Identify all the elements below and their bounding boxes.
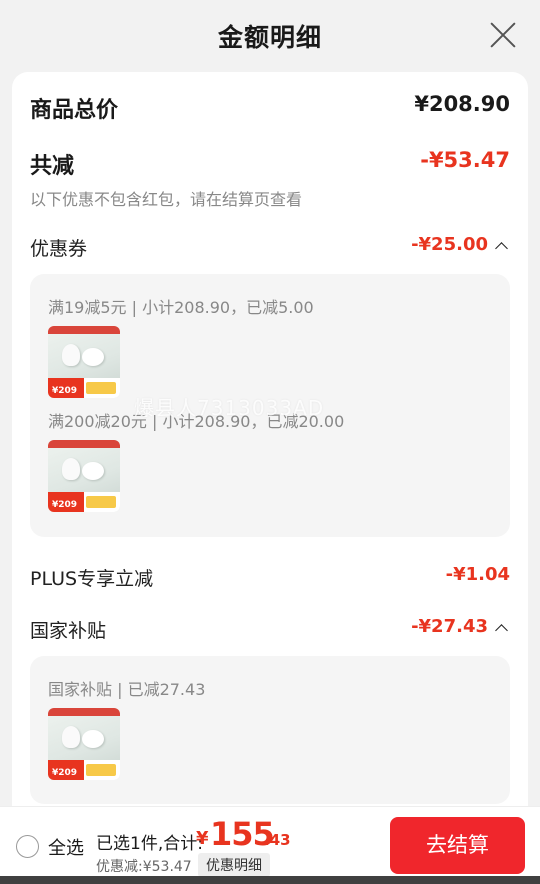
checkout-button[interactable]: 去结算 [390,817,525,874]
total-reduce-value: -¥53.47 [420,148,510,172]
discount-detail-button[interactable]: 优惠明细 [198,853,270,877]
reduce-note: 以下优惠不包含红包，请在结算页查看 [30,190,303,209]
goods-total-value: ¥208.90 [414,92,510,116]
discount-text: 优惠减:¥53.47 [96,859,192,875]
select-all-label[interactable]: 全选 [48,834,84,860]
checkout-bar: 全选 已选1件,合计: ¥ 155 .43 优惠减:¥53.47 优惠明细 去结… [0,806,540,884]
coupon-item-text: 满19减5元 | 小计208.90，已减5.00 [48,298,314,317]
coupon-item-text: 满200减20元 | 小计208.90，已减20.00 [48,412,345,431]
subsidy-row[interactable]: 国家补贴 -¥27.43 [30,616,510,644]
close-icon[interactable] [488,20,518,50]
selected-count: 已选1件,合计: [96,834,203,854]
plus-row: PLUS专享立减 -¥1.04 [30,564,510,592]
plus-value: -¥1.04 [445,564,510,585]
product-thumbnail: ¥209 [48,440,120,512]
detail-card: 商品总价 ¥208.90 共减 -¥53.47 以下优惠不包含红包，请在结算页查… [12,72,528,832]
bottom-strip [0,876,540,884]
coupon-value: -¥25.00 [411,234,488,255]
product-thumbnail: ¥209 [48,708,120,780]
total-currency: ¥ [196,828,209,849]
thumb-price: ¥209 [52,768,78,778]
product-thumbnail: ¥209 [48,326,120,398]
goods-total-row: 商品总价 ¥208.90 [30,92,510,123]
page-title: 金额明细 [217,23,322,52]
total-reduce-row: 共减 -¥53.47 [30,148,510,179]
coupon-row[interactable]: 优惠券 -¥25.00 [30,234,510,262]
coupon-detail-box: 满19减5元 | 小计208.90，已减5.00 ¥209 满200减20元 |… [30,274,510,537]
thumb-price: ¥209 [52,500,78,510]
subsidy-detail-box: 国家补贴 | 已减27.43 ¥209 [30,656,510,804]
total-decimal: .43 [264,831,291,849]
subsidy-value: -¥27.43 [411,616,488,637]
header: 金额明细 [0,0,540,70]
subsidy-item-text: 国家补贴 | 已减27.43 [48,680,206,699]
plus-label: PLUS专享立减 [30,568,154,590]
select-all-radio[interactable] [16,835,39,858]
thumb-price: ¥209 [52,386,78,396]
